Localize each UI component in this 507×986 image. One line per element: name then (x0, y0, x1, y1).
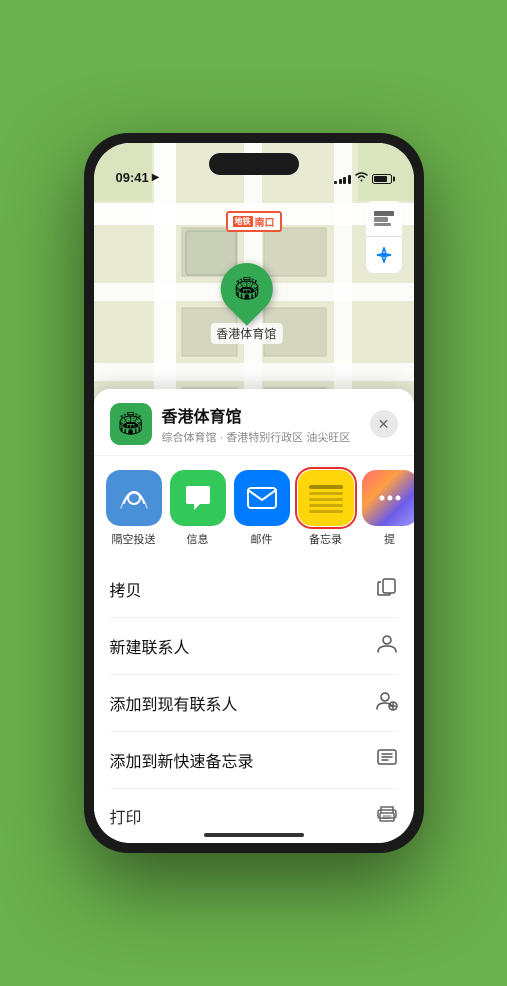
battery-icon (372, 174, 392, 184)
print-icon (376, 803, 398, 829)
dynamic-island (209, 153, 299, 175)
airdrop-label: 隔空投送 (112, 531, 156, 547)
messages-label: 信息 (187, 531, 209, 547)
venue-info: 香港体育馆 综合体育馆 · 香港特别行政区 油尖旺区 (162, 403, 360, 445)
phone-screen: 09:41 ▶ (94, 143, 414, 843)
close-icon: ✕ (378, 416, 390, 433)
venue-icon: 🏟 (110, 403, 152, 445)
add-existing-icon (376, 689, 398, 717)
venue-subtitle: 综合体育馆 · 香港特别行政区 油尖旺区 (162, 429, 360, 445)
add-existing-label: 添加到现有联系人 (110, 691, 238, 715)
copy-label: 拷贝 (110, 577, 142, 601)
notes-icon (298, 470, 354, 526)
pin-emoji: 🏟 (232, 276, 260, 302)
sheet-header: 🏟 香港体育馆 综合体育馆 · 香港特别行政区 油尖旺区 ✕ (94, 389, 414, 456)
status-icons (334, 172, 392, 185)
navigation-icon: ▶ (152, 172, 160, 183)
quick-note-icon (376, 746, 398, 774)
action-list: 拷贝 新建联系人 (94, 561, 414, 843)
action-copy[interactable]: 拷贝 (110, 561, 398, 618)
print-label: 打印 (110, 804, 142, 828)
action-quick-note[interactable]: 添加到新快速备忘录 (110, 732, 398, 789)
share-more[interactable]: 提 (362, 470, 414, 547)
map-controls (366, 201, 402, 273)
location-pin: 🏟 香港体育馆 (210, 263, 282, 344)
signal-bar-4 (348, 175, 351, 184)
pin-icon: 🏟 (210, 252, 284, 326)
share-row: 隔空投送 信息 (94, 456, 414, 561)
status-time: 09:41 (116, 170, 149, 185)
notes-label: 备忘录 (309, 531, 342, 547)
mail-label: 邮件 (251, 531, 273, 547)
more-label: 提 (384, 531, 395, 547)
metro-label: 地铁 南口 (226, 211, 282, 232)
metro-icon: 地铁 (233, 216, 253, 227)
venue-name: 香港体育馆 (162, 403, 360, 427)
signal-bars (334, 174, 351, 184)
signal-bar-3 (343, 177, 346, 184)
phone-frame: 09:41 ▶ (84, 133, 424, 853)
map-type-button[interactable] (366, 201, 402, 237)
signal-bar-2 (339, 179, 342, 184)
signal-bar-1 (334, 181, 337, 184)
action-add-existing[interactable]: 添加到现有联系人 (110, 675, 398, 732)
action-new-contact[interactable]: 新建联系人 (110, 618, 398, 675)
close-button[interactable]: ✕ (370, 410, 398, 438)
airdrop-icon (106, 470, 162, 526)
share-mail[interactable]: 邮件 (234, 470, 290, 547)
more-icon (362, 470, 414, 526)
quick-note-label: 添加到新快速备忘录 (110, 748, 254, 772)
metro-station-name: 南口 (255, 214, 275, 229)
new-contact-icon (376, 632, 398, 660)
mail-icon (234, 470, 290, 526)
wifi-icon (355, 172, 368, 185)
location-button[interactable] (366, 237, 402, 273)
share-notes[interactable]: 备忘录 (298, 470, 354, 547)
battery-fill (374, 176, 388, 182)
bottom-sheet: 🏟 香港体育馆 综合体育馆 · 香港特别行政区 油尖旺区 ✕ (94, 389, 414, 843)
messages-icon (170, 470, 226, 526)
share-airdrop[interactable]: 隔空投送 (106, 470, 162, 547)
new-contact-label: 新建联系人 (110, 634, 190, 658)
home-indicator (204, 833, 304, 837)
share-messages[interactable]: 信息 (170, 470, 226, 547)
copy-icon (376, 575, 398, 603)
